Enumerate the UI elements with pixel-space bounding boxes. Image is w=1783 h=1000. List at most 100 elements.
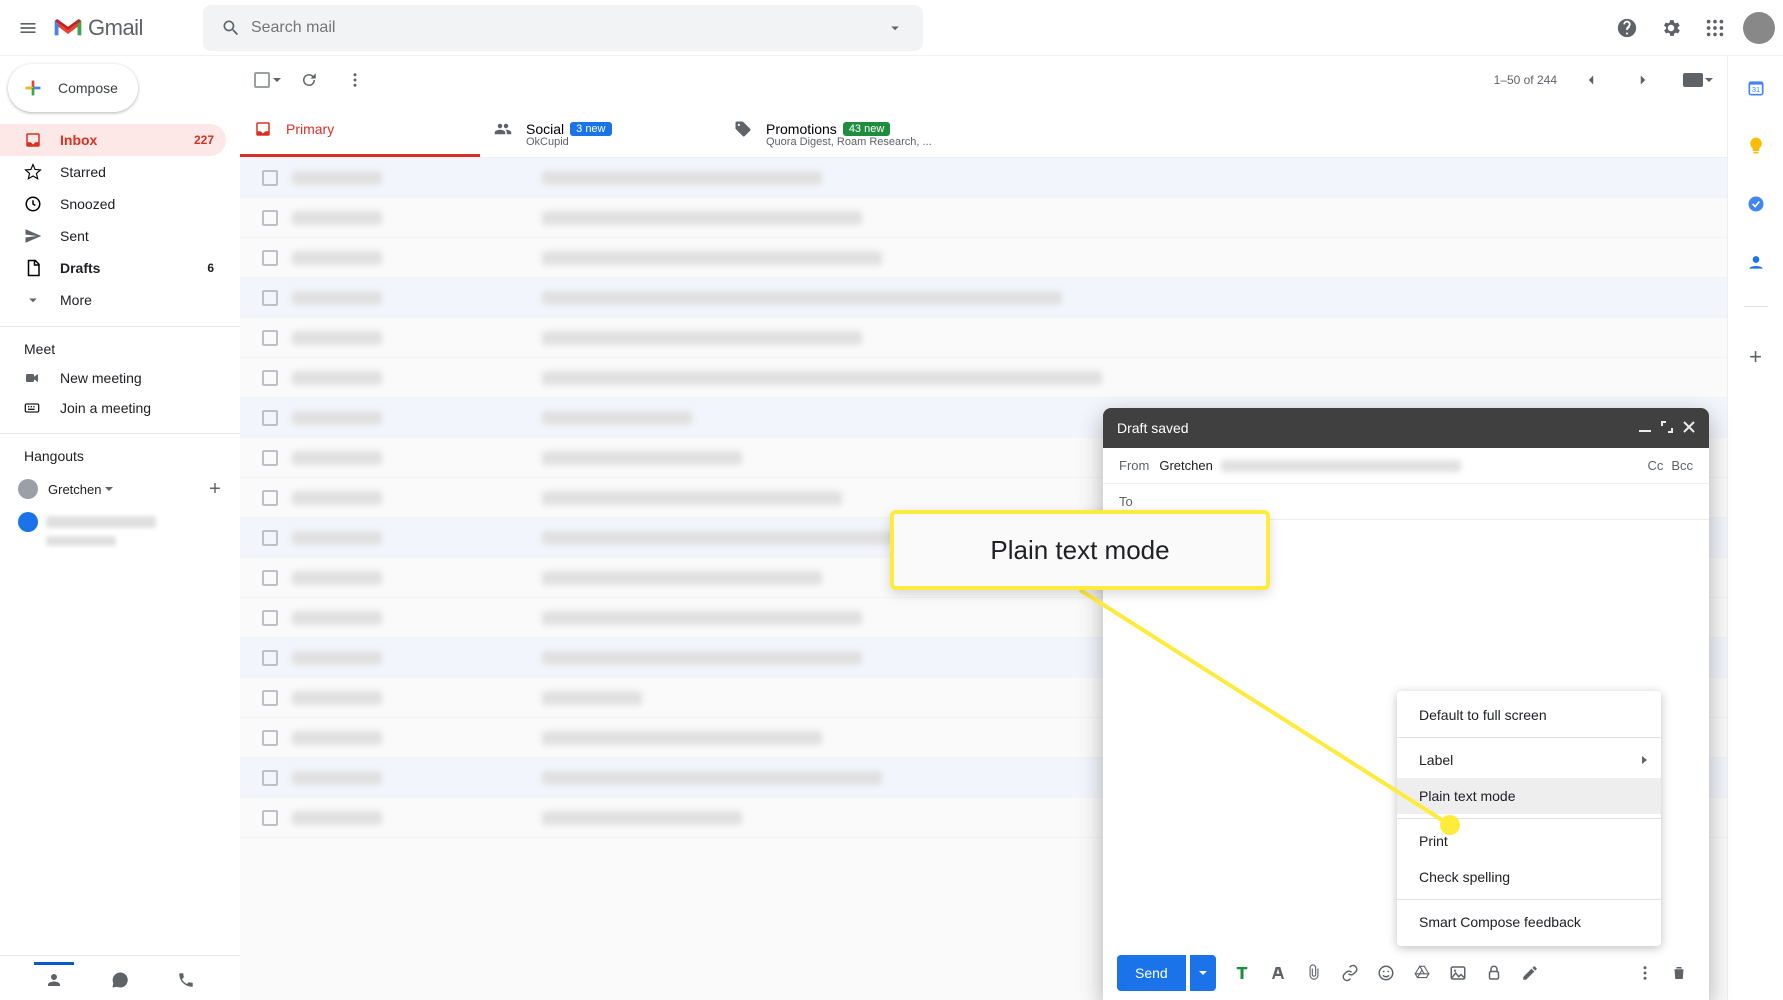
menu-item-label: Default to full screen <box>1419 707 1547 723</box>
select-all-checkbox[interactable] <box>254 72 281 88</box>
hangouts-user-row[interactable]: Gretchen + <box>0 470 240 508</box>
text-format-icon <box>1233 964 1251 982</box>
draft-icon <box>24 259 44 277</box>
phone-tab-button[interactable] <box>166 962 206 994</box>
settings-button[interactable] <box>1651 8 1691 48</box>
checkbox-icon[interactable] <box>262 370 278 386</box>
minimize-icon <box>1639 421 1651 433</box>
send-button[interactable]: Send <box>1117 955 1186 991</box>
image-button[interactable] <box>1442 957 1474 989</box>
checkbox-icon[interactable] <box>262 450 278 466</box>
compose-button[interactable]: Compose <box>8 64 138 112</box>
tab-label: Social <box>526 121 564 137</box>
from-row[interactable]: From Gretchen Cc Bcc <box>1103 448 1709 484</box>
hangouts-contact[interactable] <box>18 512 240 532</box>
mail-row[interactable] <box>240 358 1727 398</box>
sidebar-item-more[interactable]: More <box>0 284 226 316</box>
compose-header[interactable]: Draft saved <box>1103 408 1709 448</box>
checkbox-icon[interactable] <box>262 690 278 706</box>
menu-item-label: Check spelling <box>1419 869 1510 885</box>
checkbox-icon[interactable] <box>262 610 278 626</box>
mail-row[interactable] <box>240 158 1727 198</box>
input-tools-button[interactable] <box>1677 62 1713 98</box>
sidebar-item-starred[interactable]: Starred <box>0 156 226 188</box>
new-chat-button[interactable]: + <box>202 476 228 502</box>
search-input[interactable] <box>251 19 875 37</box>
hangouts-tab-button[interactable] <box>100 962 140 994</box>
account-avatar[interactable] <box>1743 12 1775 44</box>
attach-button[interactable] <box>1298 957 1330 989</box>
sidebar-item-inbox[interactable]: Inbox 227 <box>0 124 226 156</box>
fullscreen-button[interactable] <box>1661 421 1673 436</box>
checkbox-icon[interactable] <box>262 290 278 306</box>
checkbox-icon[interactable] <box>262 730 278 746</box>
discard-button[interactable] <box>1663 957 1695 989</box>
tab-primary[interactable]: Primary <box>240 104 480 157</box>
checkbox-icon[interactable] <box>262 250 278 266</box>
contacts-addon[interactable] <box>1736 242 1776 282</box>
sidebar-item-drafts[interactable]: Drafts 6 <box>0 252 226 284</box>
confidential-button[interactable] <box>1478 957 1510 989</box>
checkbox-icon[interactable] <box>262 770 278 786</box>
tab-social[interactable]: Social3 newOkCupid <box>480 104 720 157</box>
redacted-sender <box>292 371 382 385</box>
menu-item-print[interactable]: Print <box>1397 823 1661 859</box>
mail-row[interactable] <box>240 278 1727 318</box>
mail-row[interactable] <box>240 198 1727 238</box>
emoji-button[interactable] <box>1370 957 1402 989</box>
gmail-logo[interactable]: Gmail <box>52 15 143 41</box>
signature-button[interactable] <box>1514 957 1546 989</box>
search-bar[interactable] <box>203 5 923 51</box>
meet-new-meeting[interactable]: New meeting <box>0 363 240 393</box>
checkbox-icon[interactable] <box>262 170 278 186</box>
send-options-button[interactable] <box>1190 955 1216 991</box>
support-button[interactable] <box>1607 8 1647 48</box>
search-options-button[interactable] <box>875 8 915 48</box>
menu-item-default-to-full-screen[interactable]: Default to full screen <box>1397 697 1661 733</box>
close-button[interactable] <box>1683 421 1695 436</box>
redacted-subject <box>542 731 822 745</box>
checkbox-icon[interactable] <box>262 650 278 666</box>
checkbox-icon[interactable] <box>262 810 278 826</box>
menu-item-label[interactable]: Label <box>1397 742 1661 778</box>
main-menu-button[interactable] <box>8 8 48 48</box>
formatting-button[interactable] <box>1226 957 1258 989</box>
checkbox-icon[interactable] <box>262 570 278 586</box>
sidebar-item-sent[interactable]: Sent <box>0 220 226 252</box>
mail-row[interactable] <box>240 238 1727 278</box>
checkbox-icon[interactable] <box>262 210 278 226</box>
bcc-button[interactable]: Bcc <box>1671 458 1693 473</box>
older-button[interactable] <box>1625 62 1661 98</box>
redacted-sender <box>292 491 382 505</box>
menu-item-plain-text-mode[interactable]: Plain text mode <box>1397 778 1661 814</box>
cc-button[interactable]: Cc <box>1647 458 1663 473</box>
checkbox-icon[interactable] <box>262 490 278 506</box>
more-options-button[interactable] <box>1629 957 1661 989</box>
expand-icon <box>1661 421 1673 433</box>
meet-join-a-meeting[interactable]: Join a meeting <box>0 393 240 423</box>
get-addons-button[interactable]: + <box>1736 337 1776 377</box>
checkbox-icon[interactable] <box>262 410 278 426</box>
tab-promotions[interactable]: Promotions43 newQuora Digest, Roam Resea… <box>720 104 960 157</box>
menu-item-smart-compose-feedback[interactable]: Smart Compose feedback <box>1397 904 1661 940</box>
star-icon <box>24 163 44 181</box>
link-button[interactable] <box>1334 957 1366 989</box>
person-icon <box>45 971 63 989</box>
sidebar-item-snoozed[interactable]: Snoozed <box>0 188 226 220</box>
minimize-button[interactable] <box>1639 421 1651 436</box>
checkbox-icon[interactable] <box>262 330 278 346</box>
newer-button[interactable] <box>1573 62 1609 98</box>
drive-button[interactable] <box>1406 957 1438 989</box>
search-icon[interactable] <box>211 8 251 48</box>
checkbox-icon[interactable] <box>262 530 278 546</box>
menu-item-check-spelling[interactable]: Check spelling <box>1397 859 1661 895</box>
more-button[interactable] <box>337 62 373 98</box>
apps-button[interactable] <box>1695 8 1735 48</box>
text-style-button[interactable] <box>1262 957 1294 989</box>
chat-tab-button[interactable] <box>34 962 74 994</box>
tasks-addon[interactable] <box>1736 184 1776 224</box>
refresh-button[interactable] <box>291 62 327 98</box>
keep-addon[interactable] <box>1736 126 1776 166</box>
mail-row[interactable] <box>240 318 1727 358</box>
calendar-addon[interactable]: 31 <box>1736 68 1776 108</box>
